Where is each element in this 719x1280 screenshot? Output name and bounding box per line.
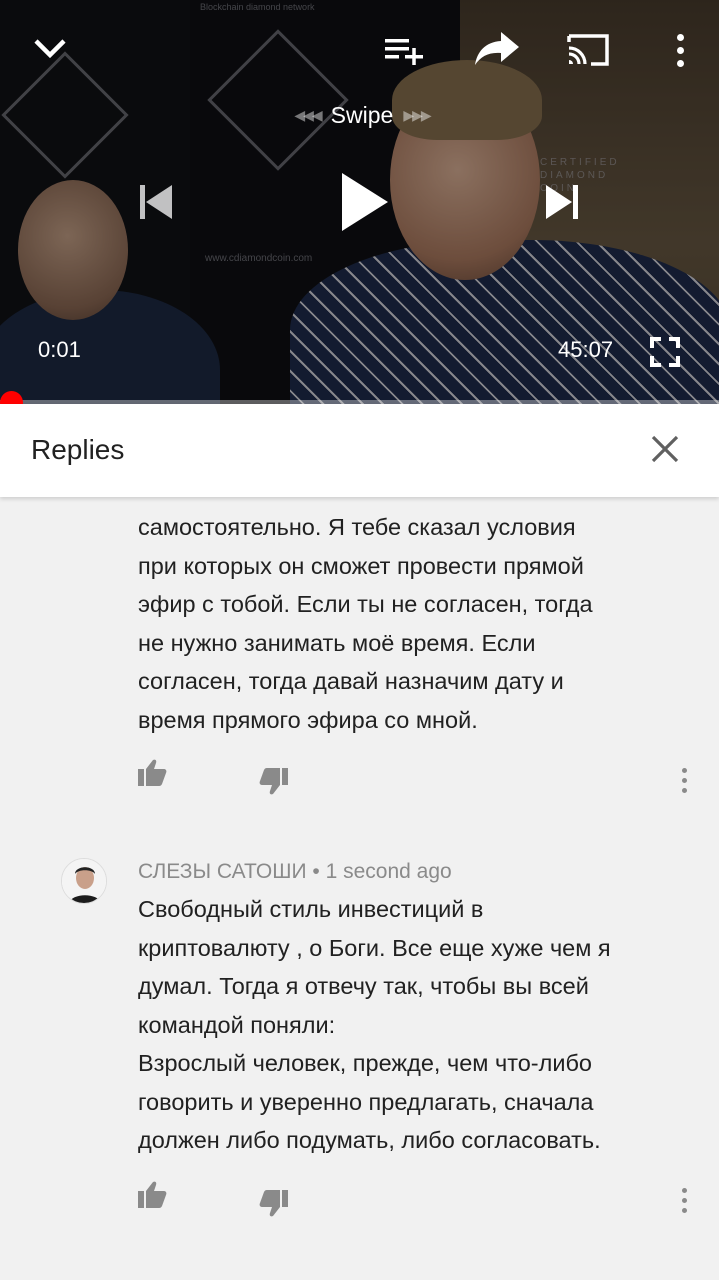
duration: 45:07 xyxy=(558,337,614,362)
swipe-left-arrows-icon: ◀◀◀ xyxy=(294,107,322,123)
comment-meta: СЛЕЗЫ САТОШИ • 1 second ago xyxy=(138,860,452,884)
current-time: 0:01 xyxy=(38,337,81,362)
chevron-down-icon[interactable] xyxy=(20,18,80,78)
skip-previous-icon[interactable] xyxy=(126,172,186,232)
dislike-icon[interactable] xyxy=(258,766,298,806)
comment-author[interactable]: СЛЕЗЫ САТОШИ xyxy=(138,860,307,883)
playlist-add-icon[interactable] xyxy=(374,20,434,80)
skip-next-icon[interactable] xyxy=(532,172,592,232)
comment-more-icon[interactable] xyxy=(669,1180,699,1220)
swipe-label: Swipe xyxy=(330,102,394,128)
like-icon[interactable] xyxy=(136,758,176,798)
fullscreen-icon[interactable] xyxy=(643,330,687,374)
like-icon[interactable] xyxy=(136,1180,176,1220)
swipe-hint: ◀◀◀ Swipe ▶▶▶ xyxy=(262,102,462,129)
share-icon[interactable] xyxy=(467,18,527,78)
avatar[interactable] xyxy=(61,858,107,904)
video-player[interactable]: Blockchain diamond network www.cdiamondc… xyxy=(0,0,719,404)
comment-more-icon[interactable] xyxy=(669,760,699,800)
comment-text: Свободный стиль инвестиций в криптовалют… xyxy=(138,896,611,1153)
replies-header: Replies xyxy=(0,404,719,497)
more-vert-icon[interactable] xyxy=(668,26,692,74)
cast-icon[interactable] xyxy=(558,20,618,80)
replies-title: Replies xyxy=(31,434,125,465)
play-icon[interactable] xyxy=(326,162,402,242)
dislike-icon[interactable] xyxy=(258,1188,298,1228)
meta-separator: • xyxy=(306,860,326,883)
replies-list[interactable]: самостоятельно. Я тебе сказал условия пр… xyxy=(0,470,719,1280)
swipe-right-arrows-icon: ▶▶▶ xyxy=(403,107,431,123)
close-icon[interactable] xyxy=(636,420,694,478)
comment-time: 1 second ago xyxy=(325,860,452,883)
comment-text: самостоятельно. Я тебе сказал условия пр… xyxy=(138,514,593,733)
